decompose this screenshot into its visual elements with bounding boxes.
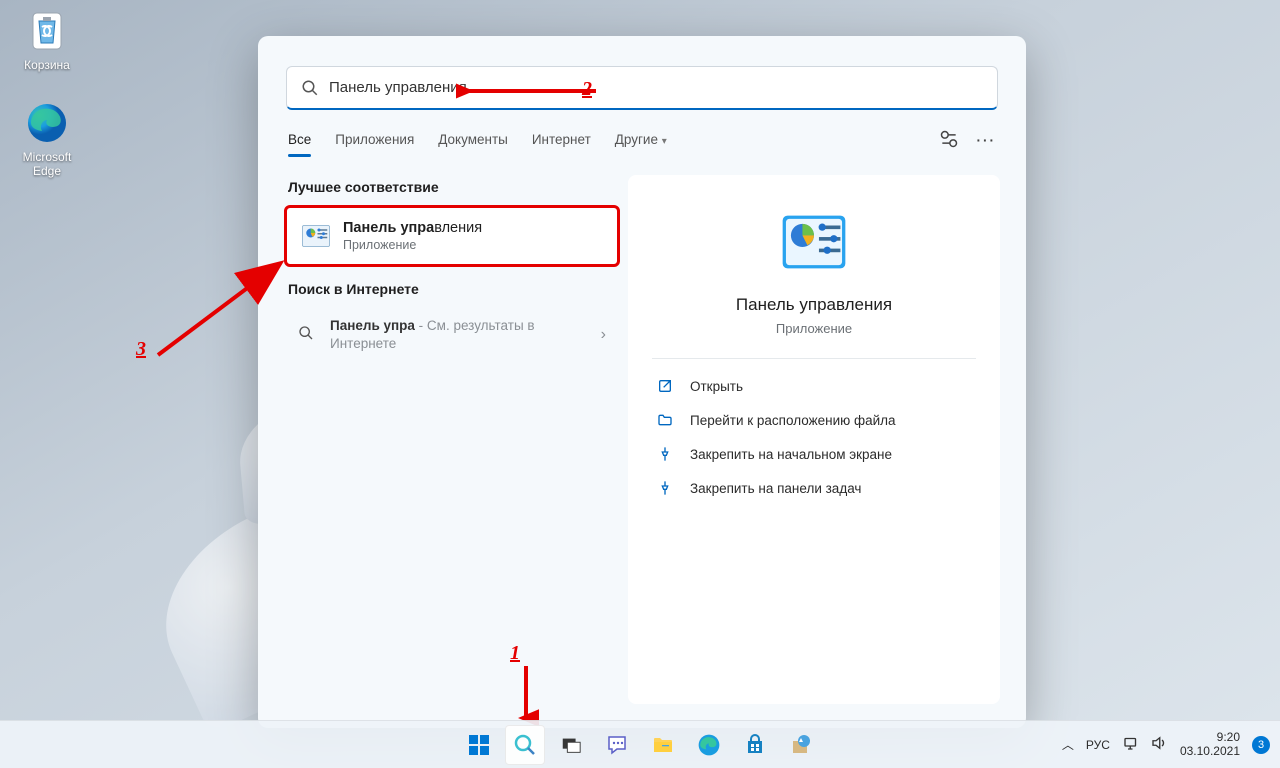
desktop-icon-label: Корзина	[10, 58, 84, 72]
search-icon	[513, 733, 537, 757]
web-result-text: Панель упра - См. результаты в Интернете	[330, 317, 587, 353]
desktop-icon-edge[interactable]: Microsoft Edge	[10, 100, 84, 178]
web-search-header: Поиск в Интернете	[288, 281, 616, 297]
task-view-button[interactable]	[551, 725, 591, 765]
taskbar-clock[interactable]: 9:20 03.10.2021	[1180, 731, 1240, 759]
chat-button[interactable]	[597, 725, 637, 765]
result-preview-pane: Панель управления Приложение Открыть Пер…	[628, 175, 1000, 704]
folder-icon	[656, 412, 674, 428]
notification-badge[interactable]: 3	[1252, 736, 1270, 754]
chevron-right-icon: ›	[601, 326, 606, 344]
language-indicator[interactable]: РУС	[1086, 738, 1110, 752]
result-control-panel[interactable]: Панель управления Приложение	[284, 205, 620, 267]
recycle-bin-icon	[24, 8, 70, 54]
tab-docs[interactable]: Документы	[438, 124, 508, 157]
task-view-icon	[560, 734, 582, 756]
web-search-result[interactable]: Панель упра - См. результаты в Интернете…	[284, 307, 620, 363]
search-icon	[298, 325, 316, 346]
pin-icon	[656, 446, 674, 462]
action-file-location[interactable]: Перейти к расположению файла	[652, 403, 976, 437]
chat-icon	[605, 733, 629, 757]
system-tray: ︿ РУС 9:20 03.10.2021 3	[1062, 731, 1270, 759]
tab-all[interactable]: Все	[288, 124, 311, 157]
action-pin-taskbar[interactable]: Закрепить на панели задач	[652, 471, 976, 505]
store-button[interactable]	[735, 725, 775, 765]
tab-apps[interactable]: Приложения	[335, 124, 414, 157]
action-pin-start[interactable]: Закрепить на начальном экране	[652, 437, 976, 471]
annotation-label-1: 1	[510, 642, 520, 665]
annotation-label-3: 3	[136, 338, 146, 361]
volume-icon[interactable]	[1150, 734, 1168, 755]
open-icon	[656, 378, 674, 394]
tray-overflow-button[interactable]: ︿	[1062, 736, 1074, 753]
desktop-icon-recycle-bin[interactable]: Корзина	[10, 8, 84, 72]
search-icon	[301, 79, 319, 97]
search-button[interactable]	[505, 725, 545, 765]
best-match-header: Лучшее соответствие	[288, 179, 616, 195]
control-panel-icon-large	[779, 207, 849, 277]
divider	[652, 358, 976, 359]
taskbar: ︿ РУС 9:20 03.10.2021 3	[0, 720, 1280, 768]
app-button[interactable]	[781, 725, 821, 765]
tab-more[interactable]: Другие ▾	[615, 124, 667, 157]
start-button[interactable]	[459, 725, 499, 765]
edge-icon	[697, 733, 721, 757]
store-icon	[743, 733, 767, 757]
result-title: Панель управления	[343, 220, 482, 236]
search-bar[interactable]	[286, 66, 998, 110]
folder-icon	[651, 733, 675, 757]
taskbar-center	[459, 725, 821, 765]
chevron-down-icon: ▾	[662, 136, 667, 147]
search-tabs: Все Приложения Документы Интернет Другие…	[258, 118, 1026, 157]
preview-title: Панель управления	[652, 295, 976, 315]
control-panel-icon	[301, 221, 331, 251]
action-open[interactable]: Открыть	[652, 369, 976, 403]
pin-icon	[656, 480, 674, 496]
windows-logo-icon	[467, 733, 491, 757]
result-subtitle: Приложение	[343, 238, 482, 252]
edge-button[interactable]	[689, 725, 729, 765]
app-icon	[789, 733, 813, 757]
desktop-icon-label: Microsoft Edge	[10, 150, 84, 178]
search-window: Все Приложения Документы Интернет Другие…	[258, 36, 1026, 728]
file-explorer-button[interactable]	[643, 725, 683, 765]
preview-subtitle: Приложение	[652, 321, 976, 336]
tab-web[interactable]: Интернет	[532, 124, 591, 157]
network-icon[interactable]	[1122, 734, 1140, 755]
annotation-label-2: 2	[582, 78, 592, 101]
edge-icon	[24, 100, 70, 146]
more-options-icon[interactable]: ···	[977, 133, 997, 148]
search-settings-icon[interactable]	[939, 129, 959, 152]
search-input[interactable]	[329, 79, 983, 96]
